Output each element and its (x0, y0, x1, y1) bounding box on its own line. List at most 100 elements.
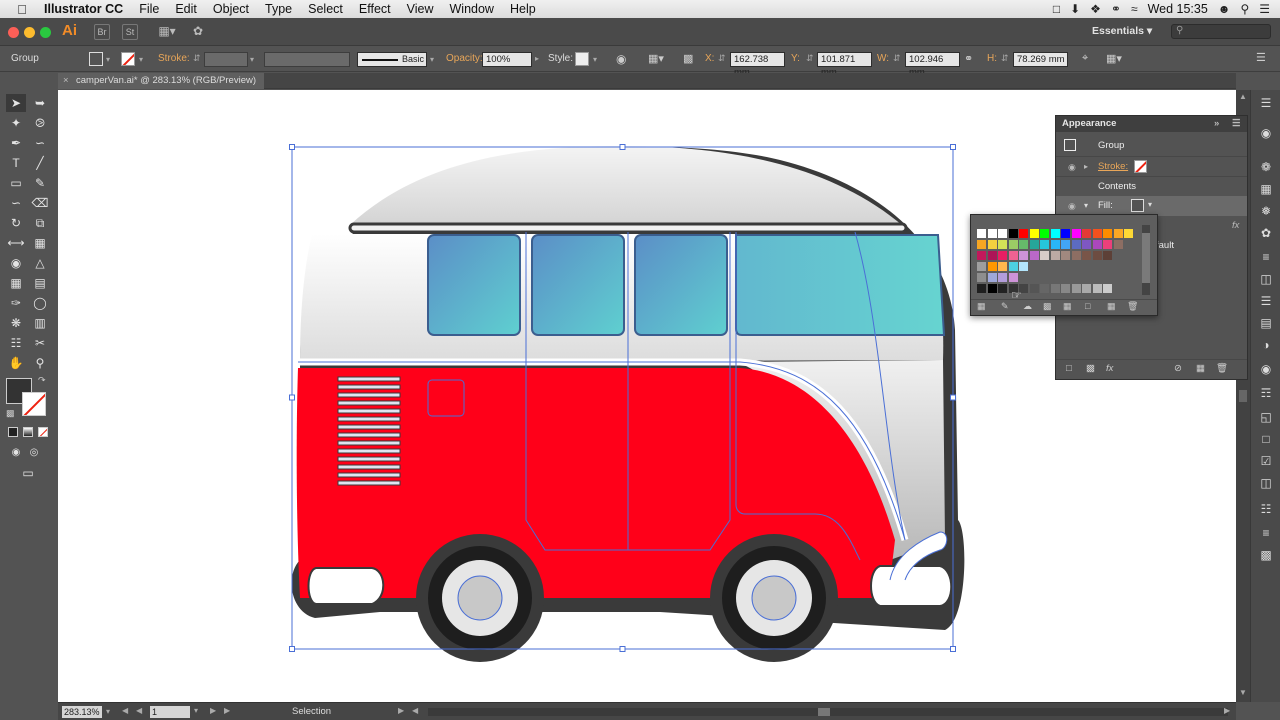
menu-type[interactable]: Type (257, 0, 300, 18)
control-bar-menu-icon[interactable]: ☰ (1256, 51, 1266, 64)
artboard-dropdown-icon[interactable]: ▾ (194, 706, 198, 715)
bridge-button[interactable]: Br (94, 24, 110, 40)
color-swatch[interactable] (1103, 240, 1112, 249)
menu-edit[interactable]: Edit (167, 0, 205, 18)
opentype-panel-icon[interactable]: ▩ (1257, 546, 1275, 564)
notification-list-icon[interactable]: ☰ (1259, 2, 1270, 16)
color-swatch[interactable] (998, 251, 1007, 260)
spotlight-search-icon[interactable]: ⚲ (1240, 2, 1249, 16)
stroke-label[interactable]: Stroke: (158, 53, 190, 64)
color-panel-icon[interactable]: ❁ (1257, 158, 1275, 176)
color-swatch[interactable] (1008, 229, 1018, 238)
direct-selection-tool-icon[interactable]: ➥ (30, 94, 50, 112)
character-panel-icon[interactable]: ◫ (1257, 474, 1275, 492)
delete-item-icon[interactable]: 🗑 (1216, 363, 1228, 374)
color-swatch[interactable] (1082, 240, 1091, 249)
wifi-icon[interactable]: ≈ (1131, 2, 1138, 16)
color-swatch[interactable] (998, 273, 1007, 282)
color-swatch[interactable] (1029, 284, 1039, 293)
paragraph-panel-icon[interactable]: ≡ (1257, 524, 1275, 542)
add-effect-icon[interactable]: fx (1106, 363, 1113, 374)
color-swatch[interactable] (1092, 240, 1102, 249)
pen-tool-icon[interactable]: ✒ (6, 134, 26, 152)
scroll-down-icon[interactable]: ▼ (1239, 688, 1247, 697)
color-swatch[interactable] (1103, 251, 1112, 260)
perspective-grid-tool-icon[interactable]: △ (30, 254, 50, 272)
swatches-panel-icon[interactable]: ▦ (1257, 180, 1275, 198)
first-artboard-icon[interactable]: ◀ (122, 706, 128, 715)
screen-icon[interactable]: □ (1053, 2, 1060, 16)
color-swatch[interactable] (987, 284, 997, 293)
color-swatch[interactable] (1103, 284, 1112, 293)
color-swatch[interactable] (1008, 240, 1018, 249)
artboard-number-input[interactable]: 1 (150, 706, 190, 718)
color-swatch[interactable] (987, 251, 997, 260)
color-swatch[interactable] (1092, 229, 1102, 238)
stroke-weight-input[interactable] (204, 52, 248, 67)
color-swatch[interactable] (987, 240, 997, 249)
menu-file[interactable]: File (131, 0, 167, 18)
color-swatch[interactable] (1019, 240, 1028, 249)
hand-tool-icon[interactable]: ✋ (6, 354, 26, 372)
color-mode-icon[interactable] (8, 427, 18, 437)
vertical-scroll-thumb[interactable] (1239, 390, 1247, 402)
add-fill-icon[interactable]: ▩ (1086, 363, 1095, 374)
zoom-dropdown-icon[interactable]: ▾ (106, 707, 110, 716)
color-swatch[interactable] (1082, 284, 1091, 293)
constrain-proportions-icon[interactable]: ⚭ (964, 52, 973, 65)
stock-button[interactable]: St (122, 24, 138, 40)
rotate-tool-icon[interactable]: ↻ (6, 214, 26, 232)
gpu-performance-icon[interactable]: ✿ (190, 24, 206, 40)
menu-object[interactable]: Object (205, 0, 257, 18)
slice-tool-icon[interactable]: ✂ (30, 334, 50, 352)
clock[interactable]: Wed 15:35 (1148, 2, 1208, 16)
dropbox-icon[interactable]: ❖ (1090, 2, 1101, 16)
pathfinder-panel-icon[interactable]: ◉ (1257, 360, 1275, 378)
stroke-none-swatch[interactable] (121, 52, 135, 66)
color-swatch[interactable] (977, 262, 986, 271)
h-label[interactable]: H: (987, 53, 997, 64)
color-swatch[interactable] (1061, 229, 1070, 238)
eyedropper-tool-icon[interactable]: ✑ (6, 294, 26, 312)
y-stepper[interactable]: ⇵ (806, 53, 814, 64)
menu-effect[interactable]: Effect (351, 0, 399, 18)
clear-appearance-icon[interactable]: ⊘ (1174, 363, 1182, 374)
h-input[interactable]: 78.269 mm (1013, 52, 1068, 67)
artboard-tool-icon[interactable]: ☷ (6, 334, 26, 352)
shape-builder-tool-icon[interactable]: ◉ (6, 254, 26, 272)
color-swatch[interactable] (977, 240, 986, 249)
eraser-tool-icon[interactable]: ⌫ (30, 194, 50, 212)
scroll-left-icon[interactable]: ◀ (412, 706, 418, 715)
stroke-panel-icon[interactable]: ≡ (1257, 248, 1275, 266)
free-transform-tool-icon[interactable]: ▦ (30, 234, 50, 252)
fx-row-icon[interactable]: fx (1232, 220, 1239, 231)
color-swatch[interactable] (977, 273, 986, 282)
gradient-mode-icon[interactable] (23, 427, 33, 437)
fill-dropdown-icon[interactable]: ▾ (106, 55, 110, 64)
swatch-grid-view-icon[interactable]: ▦ (1107, 301, 1116, 312)
color-swatch[interactable] (1019, 262, 1028, 271)
color-swatch[interactable] (998, 262, 1007, 271)
fill-expand-icon[interactable]: ▾ (1084, 201, 1088, 210)
appearance-menu-icon[interactable]: ☰ (1232, 116, 1241, 132)
brushes-panel-icon[interactable]: ❅ (1257, 202, 1275, 220)
color-swatch[interactable] (977, 251, 986, 260)
menu-select[interactable]: Select (300, 0, 351, 18)
fill-visibility-icon[interactable]: ◉ (1068, 201, 1076, 212)
fill-swatch-dropdown-icon[interactable]: ▾ (1148, 200, 1152, 209)
symbols-panel-icon[interactable]: ✿ (1257, 224, 1275, 242)
status-info-arrow-icon[interactable]: ▶ (398, 706, 404, 715)
next-artboard-icon[interactable]: ▶ (210, 706, 216, 715)
w-input[interactable]: 102.946 mm (905, 52, 960, 78)
stroke-dropdown-icon[interactable]: ▾ (139, 55, 143, 64)
libraries-icon[interactable]: ☰ (1257, 94, 1275, 112)
scroll-right-icon[interactable]: ▶ (1224, 706, 1230, 715)
horizontal-scrollbar[interactable] (428, 708, 1228, 716)
color-swatch[interactable] (1040, 251, 1049, 260)
arrange-documents-icon[interactable]: ▦▾ (156, 24, 178, 40)
transparency-panel-icon[interactable]: ◑ (1257, 336, 1275, 354)
close-window-button[interactable] (8, 27, 19, 38)
draw-normal-icon[interactable]: ◉ (6, 444, 26, 462)
appearance-panel-icon[interactable]: ◉ (1257, 124, 1275, 142)
graphic-style-swatch[interactable] (575, 52, 589, 66)
